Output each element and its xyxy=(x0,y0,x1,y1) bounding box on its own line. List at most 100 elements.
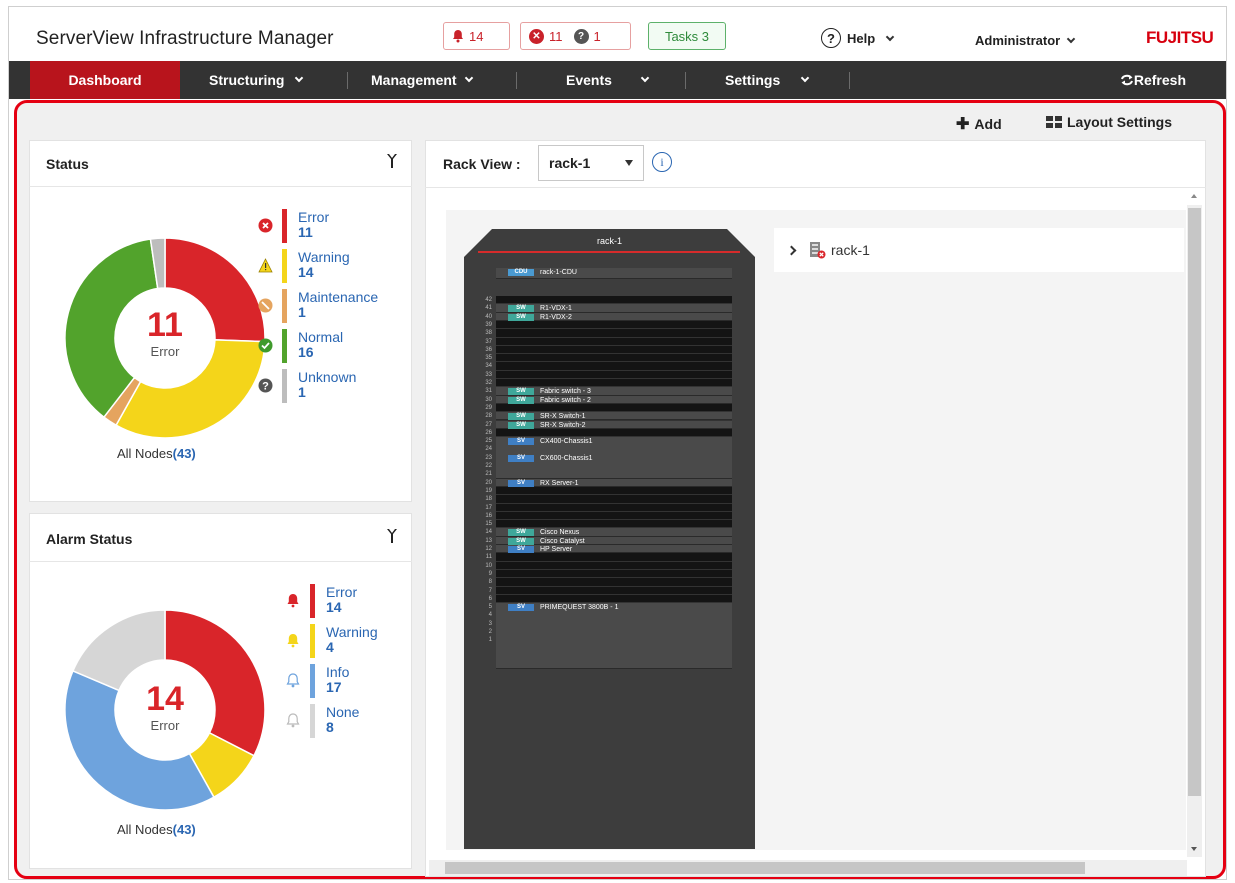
status-donut-center: 11 Error xyxy=(115,306,215,359)
alarm-legend-label: Error xyxy=(326,584,358,600)
add-widget-button[interactable]: ✚ Add xyxy=(956,114,1002,134)
alarm-legend-none[interactable]: None 8 xyxy=(326,705,359,735)
chevron-down-icon xyxy=(295,73,304,83)
unknown-count: 1 xyxy=(593,28,601,44)
device-type-tag: SW xyxy=(508,313,534,321)
tasks-badge[interactable]: Tasks 3 xyxy=(648,22,726,50)
status-all-nodes[interactable]: All Nodes(43) xyxy=(117,446,196,461)
alarm-all-nodes-label: All Nodes xyxy=(117,822,173,837)
alarm-legend-info[interactable]: Info 17 xyxy=(326,665,349,695)
bell-icon xyxy=(453,30,463,43)
rack-device-8[interactable]: SV RX Server-1 xyxy=(496,478,732,487)
status-legend-bar xyxy=(282,329,287,363)
rack-unit-number: 21 xyxy=(485,471,492,478)
device-name: CX600-Chassis1 xyxy=(540,454,593,462)
rack-device-0[interactable]: SW R1-VDX-1 xyxy=(496,304,732,313)
unknown-icon: ? xyxy=(573,28,589,44)
status-legend-count: 11 xyxy=(298,224,313,240)
grid-icon xyxy=(1046,116,1062,128)
rack-unit-line xyxy=(496,510,732,512)
device-type-tag: SW xyxy=(508,413,534,421)
error-count: 11 xyxy=(549,28,563,44)
rack-device-1[interactable]: SW R1-VDX-2 xyxy=(496,312,732,321)
device-type-tag: SW xyxy=(508,388,534,396)
main-nav: Dashboard Structuring Management Events … xyxy=(9,61,1226,99)
rack-device-5[interactable]: SW SR-X Switch-2 xyxy=(496,420,732,429)
device-name: R1-VDX-2 xyxy=(540,313,572,321)
nav-management-label: Management xyxy=(371,72,457,88)
app-title: ServerView Infrastructure Manager xyxy=(36,28,334,49)
rack-device-3[interactable]: SW Fabric switch - 2 xyxy=(496,395,732,404)
rack-unit-line xyxy=(496,369,732,371)
rack-unit-number: 8 xyxy=(488,579,492,586)
rack-device-2[interactable]: SW Fabric switch - 3 xyxy=(496,387,732,396)
nav-dashboard[interactable]: Dashboard xyxy=(30,61,180,99)
rack-device-4[interactable]: SW SR-X Switch-1 xyxy=(496,412,732,421)
alarm-count: 14 xyxy=(469,28,484,44)
alarm-legend-warning[interactable]: Warning 4 xyxy=(326,625,378,655)
nav-divider xyxy=(347,72,348,89)
rack-unit-number: 12 xyxy=(485,546,492,552)
status-legend-error[interactable]: Error 11 xyxy=(298,210,329,240)
alarm-panel-title: Alarm Status xyxy=(46,531,133,547)
rack-device-9[interactable]: SW Cisco Nexus xyxy=(496,528,732,537)
status-legend-label: Normal xyxy=(298,329,344,345)
status-legend-count: 14 xyxy=(298,264,314,280)
device-type-tag: SW xyxy=(508,529,534,537)
nav-management[interactable]: Management xyxy=(371,61,473,99)
plus-icon: ✚ xyxy=(956,116,970,133)
alarm-legend-error[interactable]: Error 14 xyxy=(326,585,357,615)
device-type-tag: SV xyxy=(508,454,534,462)
rack-device-cdu[interactable]: CDU rack-1-CDU xyxy=(496,268,732,279)
scroll-down-icon[interactable] xyxy=(1191,847,1197,851)
alarm-all-nodes[interactable]: All Nodes(43) xyxy=(117,822,196,837)
refresh-button[interactable]: Refresh xyxy=(1120,61,1186,99)
rack-unit-number: 42 xyxy=(485,297,492,303)
device-name: rack-1-CDU xyxy=(540,269,577,276)
rack-device-11[interactable]: SV HP Server xyxy=(496,545,732,554)
filter-icon[interactable] xyxy=(387,529,397,546)
rack-title: rack-1 xyxy=(596,236,622,246)
help-menu[interactable]: ? Help xyxy=(821,28,895,48)
nav-events[interactable]: Events xyxy=(566,61,650,99)
rack-unit-line xyxy=(496,353,732,355)
rack-device-7[interactable]: SV CX600-Chassis1 xyxy=(496,453,732,479)
layout-settings-button[interactable]: Layout Settings xyxy=(1046,114,1172,130)
horizontal-scroll-thumb[interactable] xyxy=(445,862,1085,874)
rack-unit-number: 14 xyxy=(485,529,492,536)
alarm-badge[interactable]: 14 xyxy=(443,22,510,50)
alarm-legend-count: 14 xyxy=(326,599,342,615)
rack-unit-number: 36 xyxy=(485,346,492,353)
dropdown-arrow-icon xyxy=(625,160,633,166)
chevron-right-icon[interactable] xyxy=(786,245,797,255)
info-icon[interactable]: i xyxy=(652,152,672,172)
status-legend-bar xyxy=(282,249,287,283)
rack-device-10[interactable]: SW Cisco Catalyst xyxy=(496,536,732,545)
rack-unit-number: 18 xyxy=(485,496,492,503)
user-menu[interactable]: Administrator xyxy=(975,33,1076,48)
status-legend-normal[interactable]: Normal 16 xyxy=(298,330,343,360)
nav-settings[interactable]: Settings xyxy=(725,61,810,99)
status-legend-unknown[interactable]: Unknown 1 xyxy=(298,370,356,400)
tree-node-label: rack-1 xyxy=(831,242,870,258)
device-name: Fabric switch - 2 xyxy=(540,396,591,404)
device-type-tag: SW xyxy=(508,396,534,404)
status-legend-maintenance[interactable]: Maintenance 1 xyxy=(298,290,378,320)
error-icon: ✕ xyxy=(529,28,544,44)
divider xyxy=(29,186,412,187)
rack-unit-number: 39 xyxy=(485,321,492,328)
status-legend-warning[interactable]: Warning 14 xyxy=(298,250,350,280)
rack-select[interactable]: rack-1 xyxy=(538,145,644,181)
vertical-scroll-thumb[interactable] xyxy=(1188,208,1201,796)
nav-structuring[interactable]: Structuring xyxy=(209,61,304,99)
tree-node-rack[interactable]: rack-1 xyxy=(774,228,1184,272)
scroll-up-icon[interactable] xyxy=(1191,194,1197,198)
filter-icon[interactable] xyxy=(387,154,397,171)
rack-view-label: Rack View : xyxy=(443,156,521,172)
rack-device-12[interactable]: SV PRIMEQUEST 3800B - 1 xyxy=(496,603,732,670)
maintenance-icon xyxy=(258,298,273,313)
status-badge[interactable]: ✕ 11 ? 1 xyxy=(520,22,631,50)
rack-unit-number: 28 xyxy=(485,413,492,420)
alarm-legend-bar xyxy=(310,624,315,658)
rack-unit-line xyxy=(496,494,732,496)
